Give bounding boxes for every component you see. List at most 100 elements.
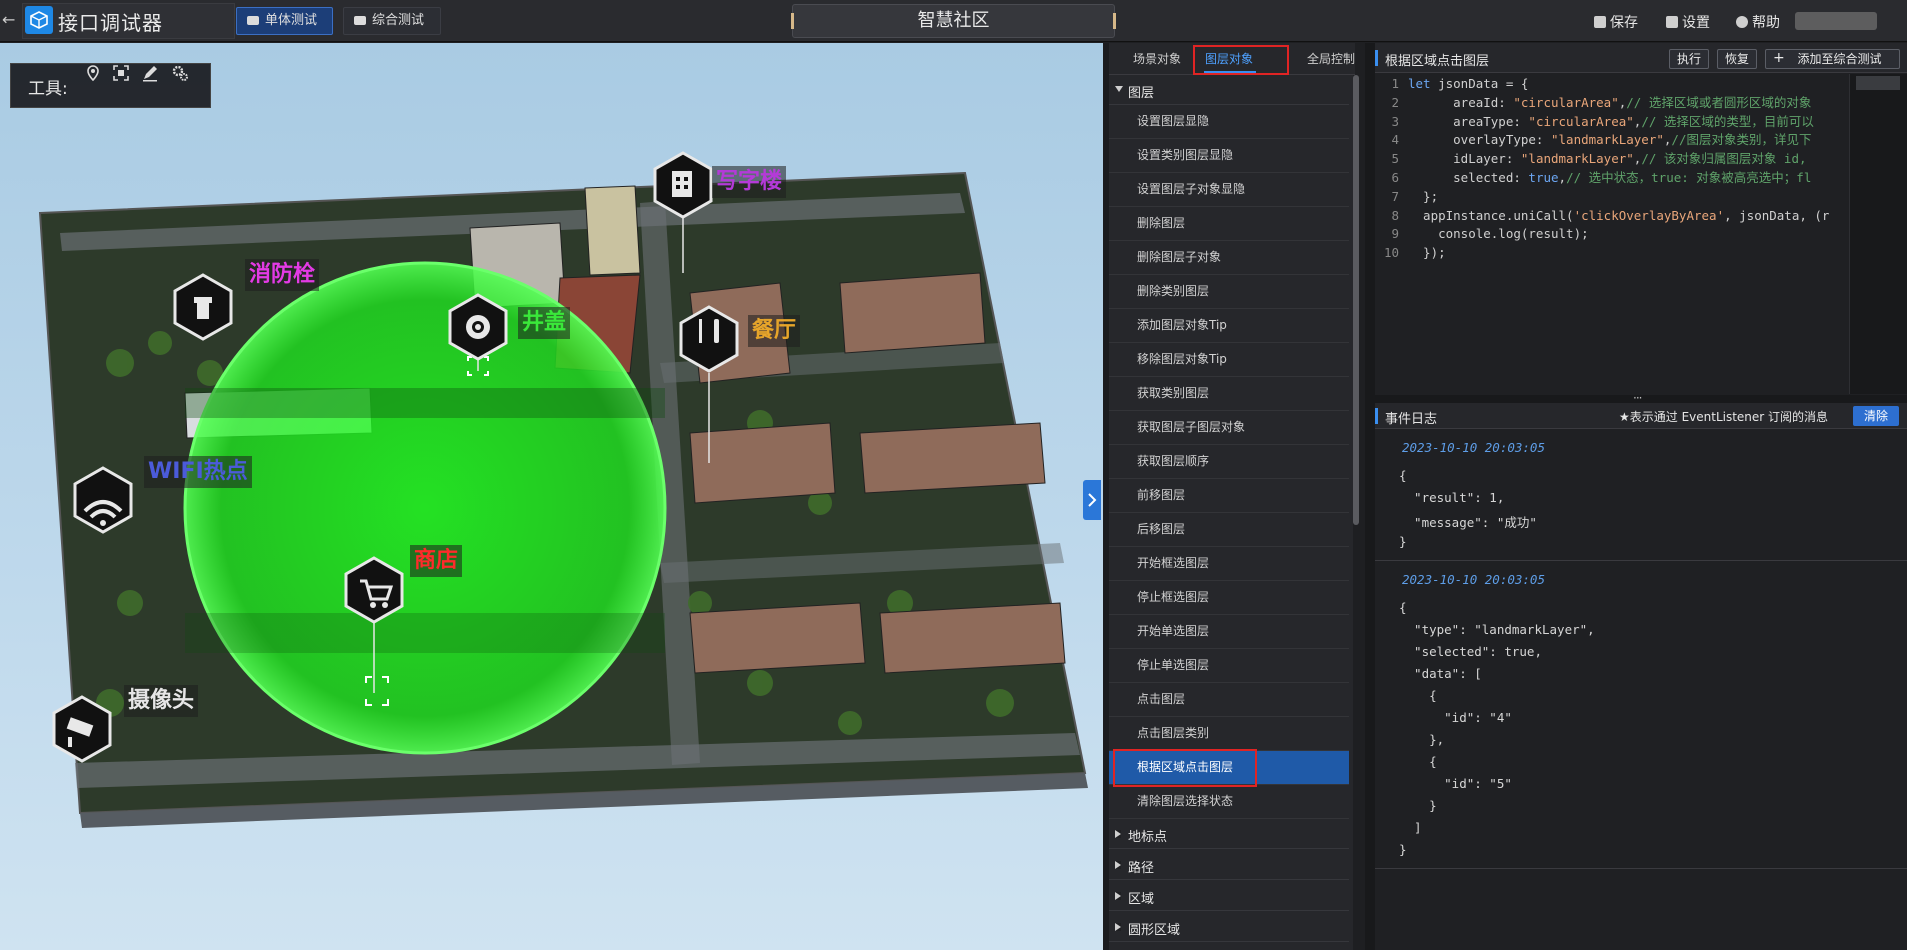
code-minimap[interactable] [1849, 74, 1907, 394]
line-number: 4 [1391, 132, 1399, 148]
tab-global-control[interactable]: 全局控制 [1307, 50, 1355, 67]
code-token: areaType: [1408, 113, 1529, 129]
app-title: 接口调试器 [58, 11, 163, 35]
tab-single-test[interactable]: 单体测试 [236, 7, 333, 35]
collapse-panel-button[interactable] [1083, 480, 1101, 520]
log-line: } [1399, 798, 1437, 813]
tree-group-label: 地标点 [1128, 830, 1168, 845]
code-line: console.log(result); [1408, 226, 1589, 242]
tree-item[interactable]: 获取类别图层 [1109, 377, 1349, 411]
settings-gear-icon[interactable] [171, 64, 189, 82]
code-line: idLayer: "landmarkLayer",// 该对象归属图层对象 id… [1408, 151, 1807, 167]
highlight-box-tab [1193, 45, 1289, 75]
tree-group-layer[interactable]: 图层 [1109, 75, 1349, 105]
api-tree-panel: 场景对象 图层对象 全局控制 图层 设置图层显隐 设置类别图层显隐 设置图层子对象显… [1103, 43, 1359, 950]
help-button[interactable]: 帮助 [1736, 12, 1780, 32]
code-token: true [1528, 170, 1559, 185]
top-bar: ← 接口调试器 单体测试 综合测试 智慧社区 保存 设置 帮助 [0, 0, 1907, 42]
restore-button[interactable]: 恢复 [1717, 49, 1757, 69]
save-button[interactable]: 保存 [1594, 12, 1638, 32]
code-line: areaId: "circularArea",// 选择区域或者圆形区域的对象 [1408, 95, 1811, 111]
log-line: "id": "4" [1399, 710, 1512, 725]
tree-scrollbar[interactable] [1353, 75, 1359, 950]
tree-item[interactable]: 获取图层顺序 [1109, 445, 1349, 479]
back-arrow-icon[interactable]: ← [2, 10, 20, 30]
poi-label-shop[interactable]: 商店 [410, 545, 463, 577]
tree-item[interactable]: 移除图层对象Tip [1109, 343, 1349, 377]
code-token: // 选择区域的类型，目前可以 [1641, 113, 1814, 129]
pen-icon[interactable] [141, 64, 159, 82]
log-separator [1375, 868, 1907, 869]
focus-frame-icon[interactable] [112, 64, 130, 82]
event-log[interactable]: 2023-10-10 20:03:05 { "result": 1, "messa… [1375, 430, 1907, 950]
tree-group[interactable]: 路径 [1109, 850, 1349, 880]
tree-item[interactable]: 删除图层子对象 [1109, 241, 1349, 275]
tree-item[interactable]: 点击图层 [1109, 683, 1349, 717]
tree-item[interactable]: 停止单选图层 [1109, 649, 1349, 683]
code-token: console.log(result); [1408, 226, 1589, 242]
caret-right-icon [1115, 861, 1121, 869]
line-number: 6 [1391, 170, 1399, 185]
run-button[interactable]: 执行 [1669, 49, 1709, 69]
code-line: let jsonData = { [1408, 76, 1528, 92]
tree-item[interactable]: 清除图层选择状态 [1109, 785, 1349, 819]
help-icon [1736, 16, 1748, 28]
tree-item[interactable]: 点击图层类别 [1109, 717, 1349, 751]
editor-title: 根据区域点击图层 [1385, 54, 1490, 69]
code-token: appInstance.uniCall( [1408, 207, 1574, 223]
code-token: // 选中状态，true: 对象被高亮选中；fl [1566, 170, 1812, 185]
tree-item[interactable]: 设置图层子对象显隐 [1109, 173, 1349, 207]
code-line: selected: true,// 选中状态，true: 对象被高亮选中；fl [1408, 170, 1811, 186]
settings-button[interactable]: 设置 [1666, 12, 1710, 32]
location-pin-icon[interactable] [84, 64, 102, 82]
code-token: // 该对象归属图层对象 id, [1641, 151, 1807, 167]
poi-label-manhole[interactable]: 井盖 [518, 307, 571, 339]
clear-log-button[interactable]: 清除 [1853, 406, 1899, 426]
add-to-combined-button[interactable]: + 添加至综合测试 [1765, 49, 1900, 69]
log-line: "id": "5" [1399, 776, 1512, 791]
code-token: overlayType: [1408, 132, 1551, 148]
code-token: "circularArea" [1528, 113, 1634, 129]
tab-scene-objects[interactable]: 场景对象 [1133, 50, 1181, 67]
plus-icon: + [1773, 50, 1785, 66]
poi-label-restaurant[interactable]: 餐厅 [748, 315, 801, 347]
code-editor[interactable]: 1 let jsonData = {2 areaId: "circularArea… [1375, 74, 1845, 394]
code-token: selected: [1408, 170, 1529, 185]
tree-item[interactable]: 前移图层 [1109, 479, 1349, 513]
tree-item[interactable]: 开始框选图层 [1109, 547, 1349, 581]
tree-item[interactable]: 获取图层子图层对象 [1109, 411, 1349, 445]
tree-group[interactable]: 圆形区域 [1109, 912, 1349, 942]
code-token: "circularArea" [1513, 94, 1619, 110]
log-timestamp: 2023-10-10 20:03:05 [1402, 440, 1545, 455]
tree-scrollbar-thumb[interactable] [1353, 75, 1359, 525]
tree-group[interactable]: 地标点 [1109, 819, 1349, 849]
tree-item[interactable]: 设置类别图层显隐 [1109, 139, 1349, 173]
scene-viewport[interactable]: 工具: 写字楼 消防栓 井盖 餐厅 WIFI热点 商店 摄像头 [0, 43, 1103, 950]
tab-combined-test-label: 综合测试 [372, 13, 425, 28]
layers-icon [354, 16, 366, 25]
poi-label-office[interactable]: 写字楼 [712, 166, 787, 198]
tree-item[interactable]: 添加图层对象Tip [1109, 309, 1349, 343]
settings-label: 设置 [1682, 15, 1710, 31]
poi-label-wifi[interactable]: WIFI热点 [144, 456, 252, 488]
code-token: jsonData = { [1438, 76, 1529, 91]
log-accent-bar [1375, 408, 1378, 424]
poi-label-hydrant[interactable]: 消防栓 [245, 259, 320, 291]
tree-item[interactable]: 后移图层 [1109, 513, 1349, 547]
tree-item[interactable]: 删除图层 [1109, 207, 1349, 241]
poi-label-camera[interactable]: 摄像头 [124, 685, 199, 717]
line-number: 7 [1391, 188, 1399, 204]
tree-item[interactable]: 删除类别图层 [1109, 275, 1349, 309]
tab-single-test-label: 单体测试 [265, 13, 318, 28]
minimap-viewport [1856, 76, 1900, 90]
tree-item[interactable]: 开始单选图层 [1109, 615, 1349, 649]
panel-splitter[interactable]: ··· [1375, 391, 1907, 405]
user-avatar[interactable] [1795, 12, 1877, 30]
tree-group[interactable]: 区域 [1109, 881, 1349, 911]
scene-toolbar: 工具: [10, 63, 211, 108]
tree-item[interactable]: 停止框选图层 [1109, 581, 1349, 615]
tree-group-label: 圆形区域 [1128, 923, 1181, 938]
tree-item[interactable]: 设置图层显隐 [1109, 105, 1349, 139]
tab-combined-test[interactable]: 综合测试 [343, 7, 441, 35]
line-number: 2 [1391, 94, 1399, 110]
